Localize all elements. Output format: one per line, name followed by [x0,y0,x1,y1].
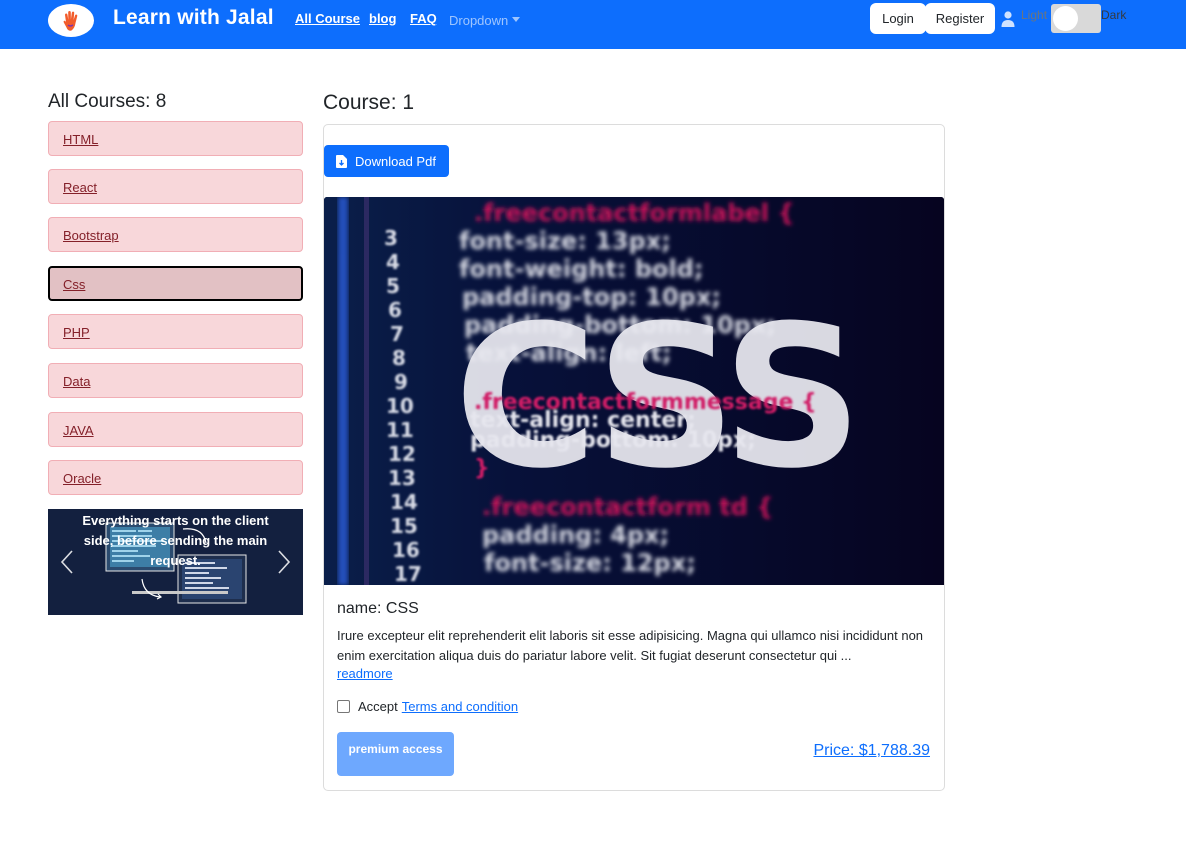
course-item-data[interactable]: Data [48,363,303,398]
svg-text:16: 16 [392,538,420,562]
course-item-oracle[interactable]: Oracle [48,460,303,495]
caret-down-icon [512,17,521,23]
svg-text:9: 9 [394,370,408,394]
login-button[interactable]: Login [870,3,926,34]
svg-text:8: 8 [392,346,406,370]
svg-text:11: 11 [386,418,414,442]
register-button[interactable]: Register [925,3,995,34]
course-item-html[interactable]: HTML [48,121,303,156]
readmore-link[interactable]: readmore [337,666,393,681]
course-item-label[interactable]: Data [63,374,90,389]
svg-text:5: 5 [386,274,400,298]
brand-title[interactable]: Learn with Jalal [113,6,274,30]
terms-checkbox[interactable] [337,700,350,713]
svg-text:7: 7 [390,322,404,346]
course-item-label[interactable]: React [63,180,97,195]
svg-text:.freecontactformlabel {: .freecontactformlabel { [474,199,794,227]
nav-link-blog[interactable]: blog [369,11,396,26]
svg-text:3: 3 [384,226,398,250]
logo[interactable] [48,4,94,37]
course-item-java[interactable]: JAVA [48,412,303,447]
nav-link-faq[interactable]: FAQ [410,11,437,26]
hand-icon [63,10,78,31]
nav-link-all-course[interactable]: All Course [295,11,360,26]
svg-text:4: 4 [386,250,400,274]
course-title: Course: 1 [323,91,415,114]
course-item-label[interactable]: Oracle [63,471,101,486]
nav-dropdown-label: Dropdown [449,13,509,28]
course-item-label[interactable]: JAVA [63,423,94,438]
svg-text:font-weight: bold;: font-weight: bold; [459,255,704,283]
toggle-knob [1053,6,1078,31]
svg-text:.freecontactform td {: .freecontactform td { [482,493,773,521]
nav-dropdown[interactable]: Dropdown [449,13,521,28]
svg-text:17: 17 [394,562,422,585]
course-name: name: CSS [337,600,419,617]
svg-text:12: 12 [388,442,416,466]
course-item-label[interactable]: Bootstrap [63,228,119,243]
svg-text:13: 13 [388,466,416,490]
terms-link[interactable]: Terms and condition [402,699,518,714]
download-pdf-button[interactable]: Download Pdf [324,145,449,177]
carousel: Everything starts on the client side, be… [48,509,303,615]
course-description: Irure excepteur elit reprehenderit elit … [337,628,924,663]
theme-toggle[interactable] [1051,4,1101,33]
theme-light-label: Light [1021,8,1048,22]
accept-label: Accept [358,699,398,714]
course-item-react[interactable]: React [48,169,303,204]
course-item-label[interactable]: PHP [63,325,90,340]
user-icon [1001,11,1015,27]
theme-dark-label: Dark [1101,8,1127,22]
course-item-label[interactable]: HTML [63,132,98,147]
file-download-icon [336,154,347,168]
course-image: 3 4 5 6 7 8 9 10 11 12 13 14 15 16 17 .f… [324,197,944,585]
svg-text:10: 10 [386,394,414,418]
terms-row: Accept Terms and condition [337,699,518,714]
svg-text:14: 14 [390,490,418,514]
chevron-right-icon[interactable] [277,549,291,575]
svg-text:15: 15 [390,514,418,538]
premium-access-button[interactable]: premium access [337,732,454,776]
course-item-label[interactable]: Css [63,277,85,292]
all-courses-title: All Courses: 8 [48,91,167,112]
svg-text:font-size: 13px;: font-size: 13px; [459,227,671,255]
svg-text:font-size: 12px;: font-size: 12px; [484,549,696,577]
svg-text:6: 6 [388,298,402,322]
css-code-image: 3 4 5 6 7 8 9 10 11 12 13 14 15 16 17 .f… [324,197,944,585]
svg-text:padding: 4px;: padding: 4px; [482,521,669,549]
price-link[interactable]: Price: $1,788.39 [813,742,930,760]
svg-text:}: } [474,456,490,481]
svg-text:padding-bottom: 10px;: padding-bottom: 10px; [470,428,756,453]
carousel-caption: Everything starts on the client side, be… [82,513,269,568]
course-item-css[interactable]: Css [48,266,303,301]
chevron-left-icon[interactable] [60,549,74,575]
course-item-php[interactable]: PHP [48,314,303,349]
download-pdf-label: Download Pdf [355,153,436,169]
course-item-bootstrap[interactable]: Bootstrap [48,217,303,252]
navbar: Learn with Jalal All Course blog FAQ Dro… [0,0,1186,49]
